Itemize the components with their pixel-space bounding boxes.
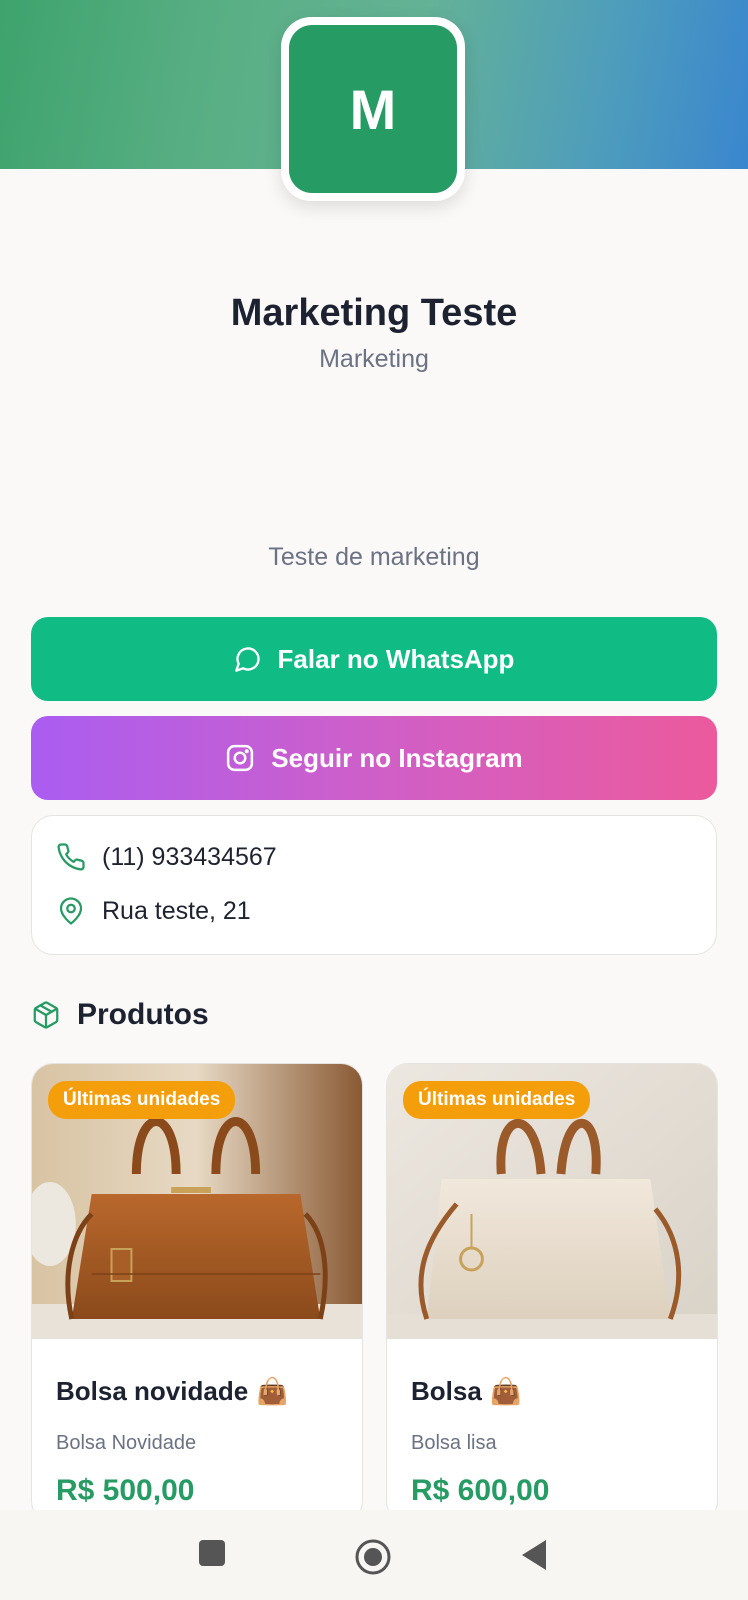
instagram-icon <box>227 744 254 772</box>
whatsapp-button-label: Falar no WhatsApp <box>277 643 515 674</box>
profile-avatar-frame: M <box>281 17 465 201</box>
message-circle-icon <box>234 647 260 672</box>
product-badge: Últimas unidades <box>48 1081 236 1119</box>
products-title-label: Produtos <box>77 998 209 1031</box>
profile-description: Teste de marketing <box>268 543 480 571</box>
contact-address-row[interactable]: Rua teste, 21 <box>56 896 251 926</box>
handbag-icon: 👜 <box>489 1376 523 1406</box>
product-title-text: Bolsa novidade <box>56 1376 249 1406</box>
product-subtitle: Bolsa Novidade <box>56 1432 197 1454</box>
product-badge: Últimas unidades <box>403 1081 591 1119</box>
contact-phone-row[interactable]: (11) 933434567 <box>56 842 277 872</box>
products-section-title: Produtos <box>31 998 209 1032</box>
product-card[interactable]: Últimas unidades Bolsa novidade 👜 Bolsa … <box>31 1063 363 1523</box>
instagram-button[interactable]: Seguir no Instagram <box>31 716 717 800</box>
phone-icon <box>57 843 85 871</box>
product-title: Bolsa 👜 <box>411 1376 522 1407</box>
map-pin-icon <box>59 897 83 925</box>
contact-phone: (11) 933434567 <box>102 842 277 871</box>
home-button[interactable] <box>354 1538 392 1576</box>
product-card[interactable]: Últimas unidades Bolsa 👜 Bolsa lisa R$ 6… <box>386 1063 718 1523</box>
handbag-icon: 👜 <box>256 1376 289 1406</box>
back-button[interactable] <box>520 1538 550 1572</box>
profile-category: Marketing <box>319 345 429 373</box>
contact-address: Rua teste, 21 <box>102 896 251 925</box>
product-price: R$ 500,00 <box>56 1474 195 1507</box>
product-title-text: Bolsa <box>411 1376 482 1406</box>
product-subtitle: Bolsa lisa <box>411 1432 497 1454</box>
product-price: R$ 600,00 <box>411 1474 550 1507</box>
whatsapp-button[interactable]: Falar no WhatsApp <box>31 617 717 701</box>
profile-name: Marketing Teste <box>230 292 518 334</box>
product-title: Bolsa novidade 👜 <box>56 1376 289 1407</box>
profile-avatar: M <box>289 25 457 193</box>
package-icon <box>33 1001 59 1029</box>
instagram-button-label: Seguir no Instagram <box>271 742 523 773</box>
contact-card: (11) 933434567 Rua teste, 21 <box>31 815 717 955</box>
recents-button[interactable] <box>197 1538 227 1568</box>
